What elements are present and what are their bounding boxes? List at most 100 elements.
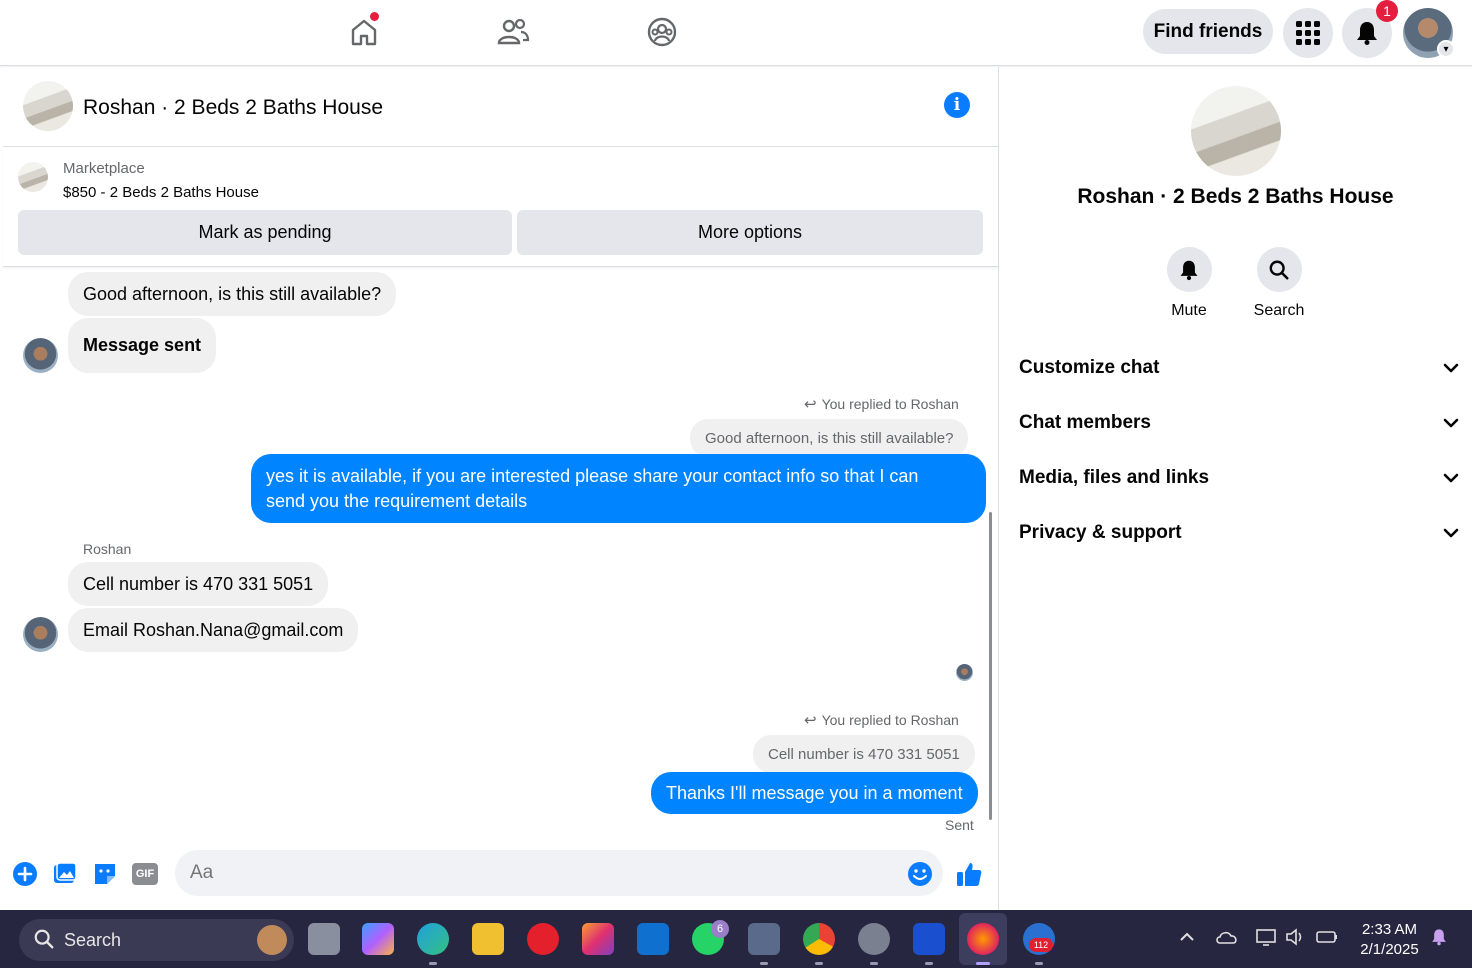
section-privacy-support[interactable]: Privacy & support [1019,518,1459,548]
message-composer: GIF [3,847,998,907]
message-bubble-sent: Thanks I'll message you in a moment [651,772,978,814]
firefox-icon[interactable] [967,923,999,955]
chevron-down-icon [1443,467,1459,489]
marketplace-label: Marketplace [63,160,145,177]
listing-title[interactable]: $850 - 2 Beds 2 Baths House [63,184,259,201]
mark-as-pending-button[interactable]: Mark as pending [18,210,512,255]
marketplace-panel: Marketplace $850 - 2 Beds 2 Baths House … [3,147,998,267]
windows-taskbar: Search 6 112 2:33 AM 2/1/2025 [0,910,1472,968]
home-icon[interactable] [340,8,388,56]
message-line: send you the requirement details [266,490,528,511]
chevron-up-icon[interactable] [1178,928,1196,951]
message-bubble: Good afternoon, is this still available? [68,272,397,316]
listing-large-thumbnail[interactable] [1191,86,1281,176]
chat-header: Roshan · 2 Beds 2 Baths House i [3,67,998,147]
chevron-down-icon [1443,522,1459,544]
sender-name: Roshan [83,541,132,557]
section-label: Customize chat [1019,357,1160,378]
network-icon[interactable] [1255,928,1277,951]
reply-label: ↩ You replied to Roshan [804,711,959,729]
find-friends-button[interactable]: Find friends [1143,9,1273,54]
seen-avatar [956,664,973,681]
photo-icon[interactable] [51,860,79,888]
onedrive-icon[interactable] [1215,928,1239,951]
instagram-icon[interactable] [582,923,614,955]
info-icon[interactable]: i [944,92,970,118]
plus-icon[interactable] [11,860,39,888]
chat-panel: Roshan · 2 Beds 2 Baths House i Marketpl… [3,67,999,910]
whatsapp-badge: 6 [711,920,729,938]
chat-scrollbar[interactable] [989,512,992,820]
chat-details-sidebar: Roshan · 2 Beds 2 Baths House Mute Searc… [999,67,1472,910]
message-line: yes it is available, if you are interest… [266,465,919,486]
chevron-down-icon [1443,357,1459,379]
search-highlight-icon [257,925,287,955]
search-icon[interactable] [1256,247,1302,292]
clock-date: 2/1/2025 [1360,941,1419,958]
running-indicator [1035,962,1043,965]
task-view-icon[interactable] [308,923,340,955]
message-bubble: Message sent [68,318,217,373]
search-action[interactable]: Search [1239,247,1319,320]
contact-avatar[interactable] [23,617,58,652]
chat-title[interactable]: Roshan · 2 Beds 2 Baths House [83,96,383,120]
app-icon[interactable] [748,923,780,955]
search-label: Search [1253,302,1305,319]
message-bubble: Cell number is 470 331 5051 [68,562,329,606]
sidebar-title: Roshan · 2 Beds 2 Baths House [1077,185,1394,208]
grid-icon [1296,21,1320,45]
contact-avatar[interactable] [23,338,58,373]
reply-label: ↩ You replied to Roshan [804,395,959,413]
opera-icon[interactable] [527,923,559,955]
sticker-icon[interactable] [91,860,119,888]
edge-icon[interactable] [417,923,449,955]
chevron-down-icon [1443,412,1459,434]
top-navigation-bar: Find friends 1 ▾ [0,0,1472,66]
reply-label-text: You replied to Roshan [821,712,959,728]
quoted-message: Cell number is 470 331 5051 [753,735,975,773]
section-label: Chat members [1019,412,1151,433]
groups-icon[interactable] [638,8,686,56]
message-input[interactable] [175,850,943,896]
running-indicator [760,962,768,965]
app-x-icon[interactable] [913,923,945,955]
section-customize-chat[interactable]: Customize chat [1019,353,1459,383]
system-clock[interactable]: 2:33 AM 2/1/2025 [1352,920,1427,960]
running-indicator [429,962,437,965]
bell-icon[interactable] [1166,247,1212,292]
running-indicator [815,962,823,965]
message-bubble-sent: yes it is available, if you are interest… [251,454,986,523]
running-indicator [925,962,933,965]
taskbar-search[interactable]: Search [19,919,294,961]
message-status: Sent [945,817,974,833]
battery-icon[interactable] [1315,928,1339,951]
copilot-icon[interactable] [362,923,394,955]
running-indicator [870,962,878,965]
menu-grid-button[interactable] [1283,8,1333,58]
reply-icon: ↩ [804,396,817,413]
notification-bell-icon[interactable] [1430,928,1448,951]
home-notification-dot [370,12,379,21]
reply-icon: ↩ [804,712,817,729]
volume-icon[interactable] [1285,928,1305,951]
outlook-icon[interactable] [637,923,669,955]
more-options-button[interactable]: More options [517,210,983,255]
emoji-icon[interactable] [906,860,934,888]
gif-icon[interactable]: GIF [131,860,159,888]
message-bubble: Email Roshan.Nana@gmail.com [68,608,359,652]
mute-label: Mute [1171,302,1207,319]
chrome-icon[interactable] [803,923,835,955]
mute-action[interactable]: Mute [1149,247,1229,320]
chevron-down-icon[interactable]: ▾ [1437,40,1455,58]
section-media-files-links[interactable]: Media, files and links [1019,463,1459,493]
friends-icon[interactable] [489,8,537,56]
thumbs-up-icon[interactable] [955,860,983,888]
listing-thumbnail[interactable] [23,81,73,131]
search-icon [33,928,55,955]
taskbar-search-label: Search [64,929,122,950]
settings-gear-icon[interactable] [858,923,890,955]
reply-label-text: You replied to Roshan [821,396,959,412]
section-chat-members[interactable]: Chat members [1019,408,1459,438]
mail-badge: 112 [1029,938,1053,952]
file-explorer-icon[interactable] [472,923,504,955]
